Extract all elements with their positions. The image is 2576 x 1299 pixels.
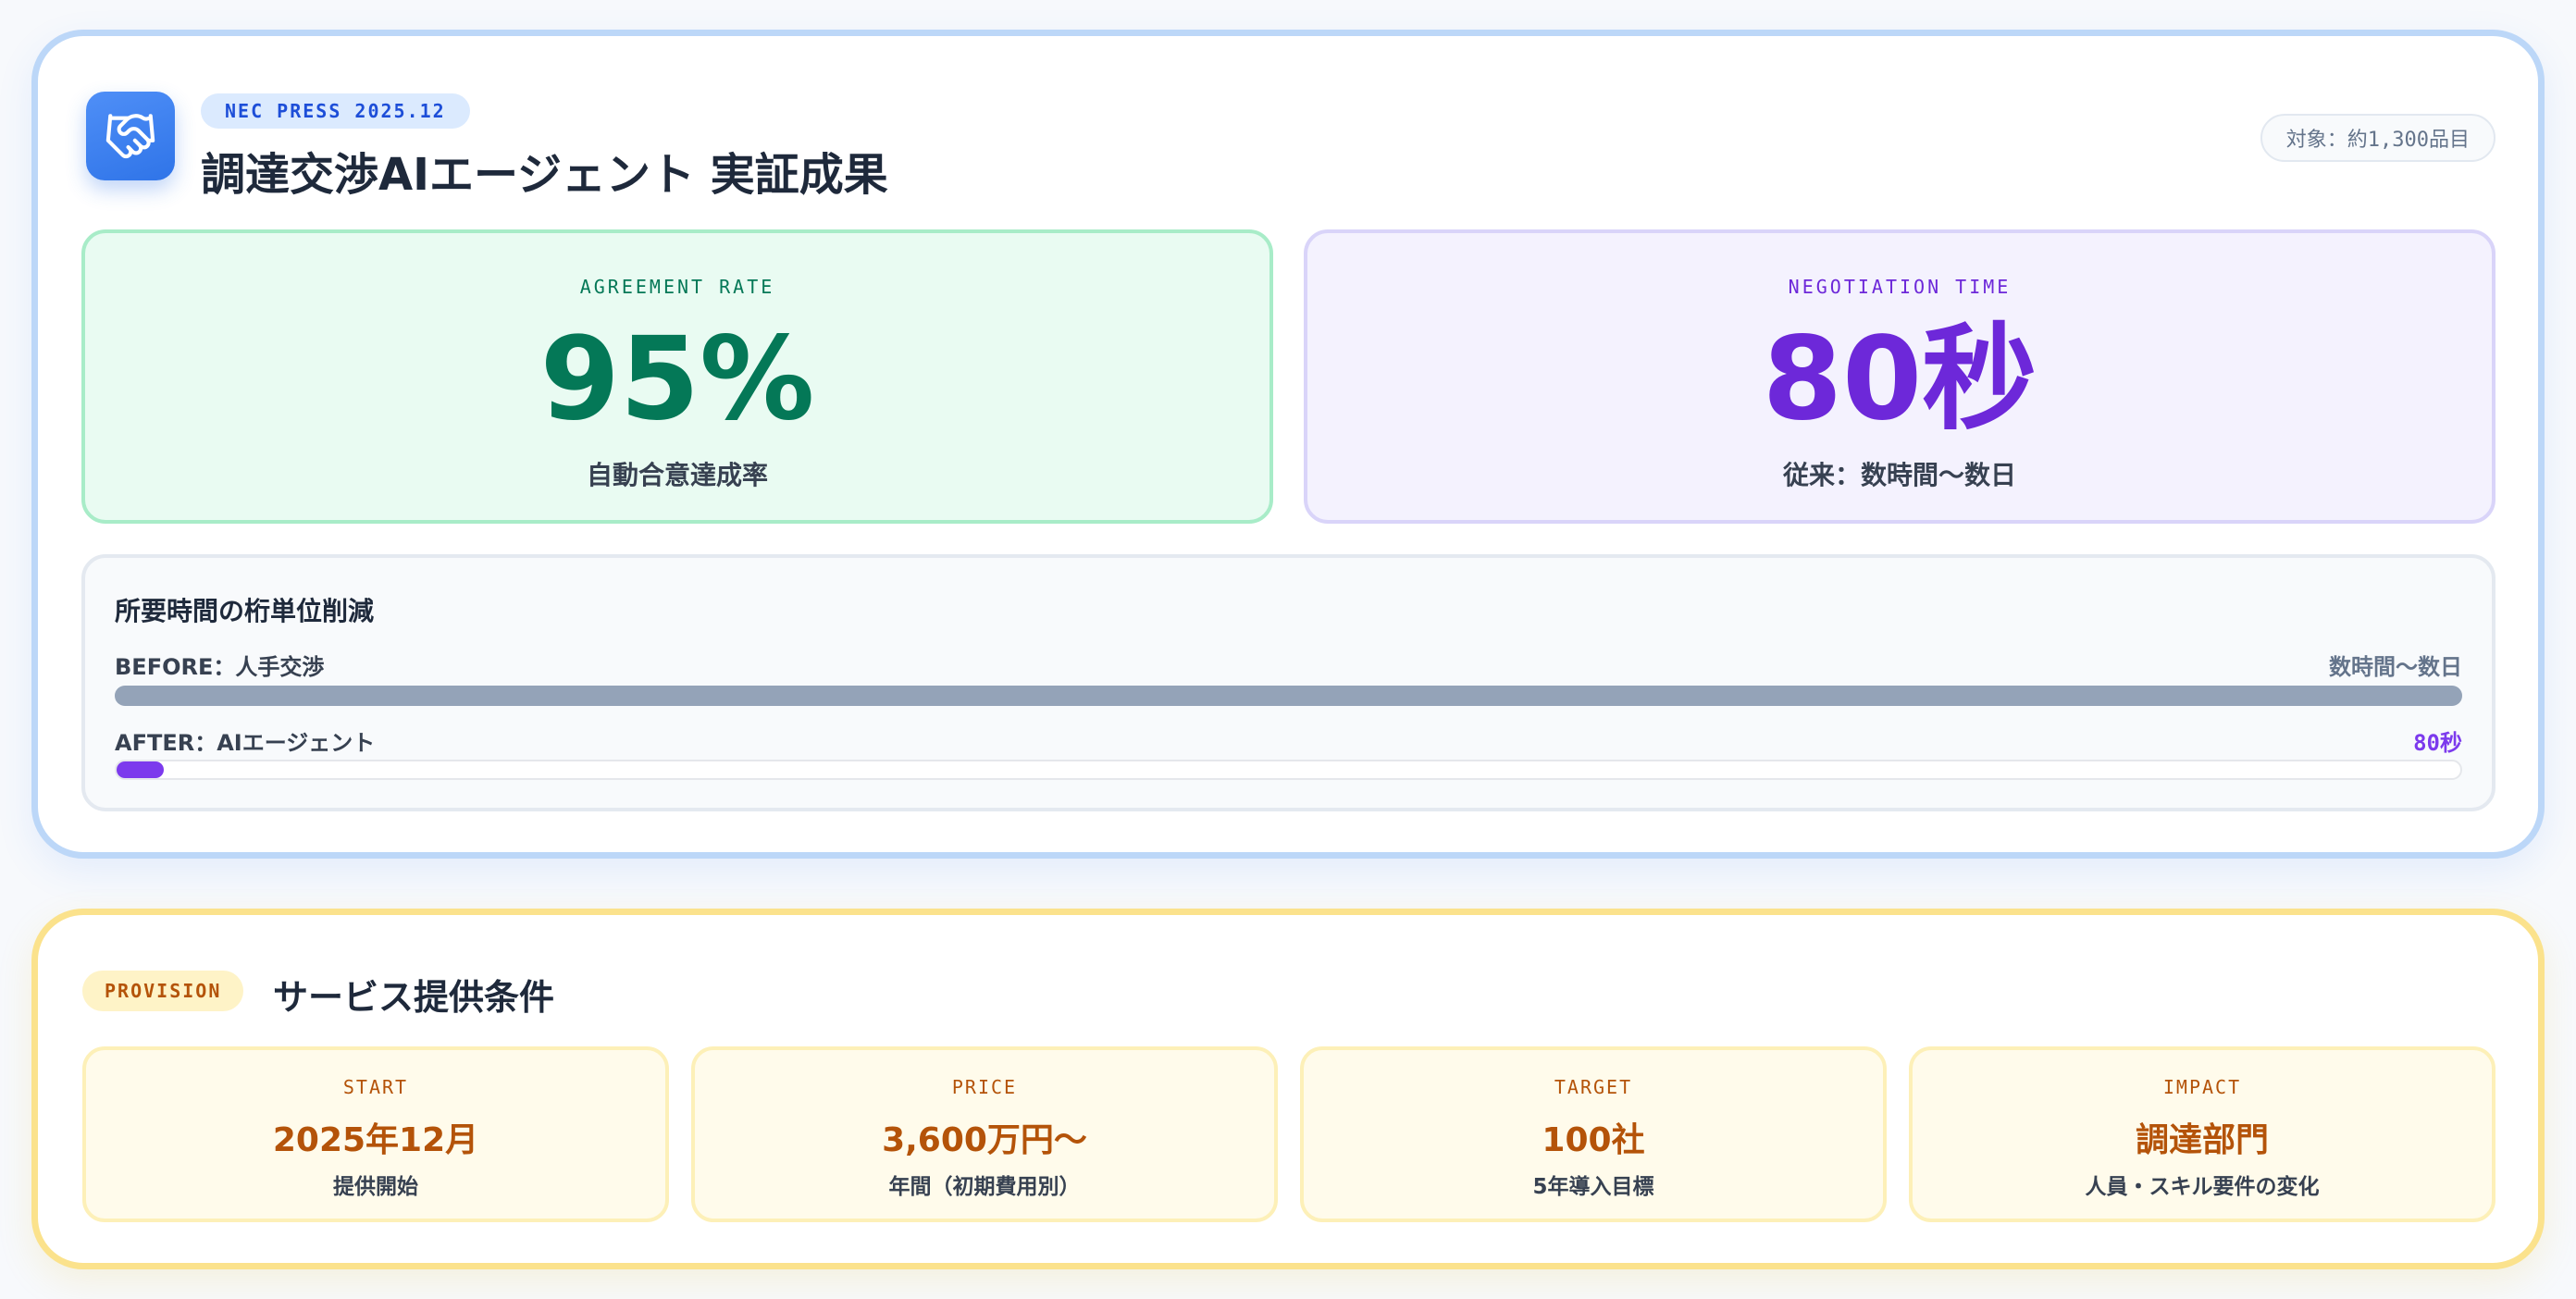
metric-label: AGREEMENT RATE: [579, 276, 775, 298]
after-value: 80秒: [2413, 730, 2462, 756]
condition-value: 2025年12月: [272, 1121, 479, 1159]
condition-impact: IMPACT 調達部門 人員・スキル要件の変化: [1909, 1046, 2496, 1222]
metric-sub: 従来：数時間〜数日: [1782, 460, 2016, 490]
condition-price: PRICE 3,600万円〜 年間（初期費用別）: [691, 1046, 1278, 1222]
condition-label: START: [342, 1076, 409, 1098]
metric-label: NEGOTIATION TIME: [1788, 276, 2012, 298]
before-bar-track: [115, 686, 2462, 706]
metric-sub: 自動合意達成率: [586, 460, 768, 490]
condition-sub: 5年導入目標: [1532, 1175, 1654, 1199]
condition-value: 100社: [1542, 1121, 1645, 1159]
negotiation-time-card: NEGOTIATION TIME 80秒 従来：数時間〜数日: [1304, 229, 2496, 524]
target-pill: 対象：約1,300品目: [2260, 114, 2496, 162]
condition-sub: 年間（初期費用別）: [888, 1175, 1081, 1199]
press-badge: NEC PRESS 2025.12: [201, 93, 470, 129]
time-reduction-panel: 所要時間の桁単位削減 BEFORE：人手交渉 数時間〜数日 AFTER：AIエー…: [81, 554, 2496, 811]
agreement-rate-card: AGREEMENT RATE 95% 自動合意達成率: [81, 229, 1273, 524]
before-value: 数時間〜数日: [2329, 654, 2462, 680]
provision-card: PROVISION サービス提供条件 START 2025年12月 提供開始 P…: [31, 909, 2545, 1269]
provision-badge: PROVISION: [82, 971, 244, 1011]
handshake-icon: [105, 114, 155, 159]
condition-label: IMPACT: [2162, 1076, 2242, 1098]
condition-start: START 2025年12月 提供開始: [82, 1046, 669, 1222]
logo-tile: [86, 92, 175, 180]
condition-target: TARGET 100社 5年導入目標: [1300, 1046, 1887, 1222]
condition-sub: 人員・スキル要件の変化: [2085, 1175, 2320, 1199]
provision-title: サービス提供条件: [273, 977, 555, 1018]
page-title: 調達交渉AIエージェント 実証成果: [201, 149, 888, 201]
condition-value: 調達部門: [2135, 1121, 2269, 1159]
after-bar-track: [115, 760, 2462, 780]
after-bar-fill: [117, 761, 164, 778]
time-reduction-title: 所要時間の桁単位削減: [115, 596, 375, 626]
condition-sub: 提供開始: [333, 1175, 418, 1199]
metric-value: 80秒: [1762, 313, 2037, 446]
before-label: BEFORE：人手交渉: [115, 654, 325, 680]
before-bar-fill: [115, 686, 2462, 706]
condition-label: PRICE: [951, 1076, 1018, 1098]
condition-value: 3,600万円〜: [882, 1121, 1087, 1159]
after-label: AFTER：AIエージェント: [115, 730, 376, 756]
condition-label: TARGET: [1554, 1076, 1633, 1098]
metric-value: 95%: [539, 313, 815, 446]
results-card: NEC PRESS 2025.12 調達交渉AIエージェント 実証成果 対象：約…: [31, 30, 2545, 859]
